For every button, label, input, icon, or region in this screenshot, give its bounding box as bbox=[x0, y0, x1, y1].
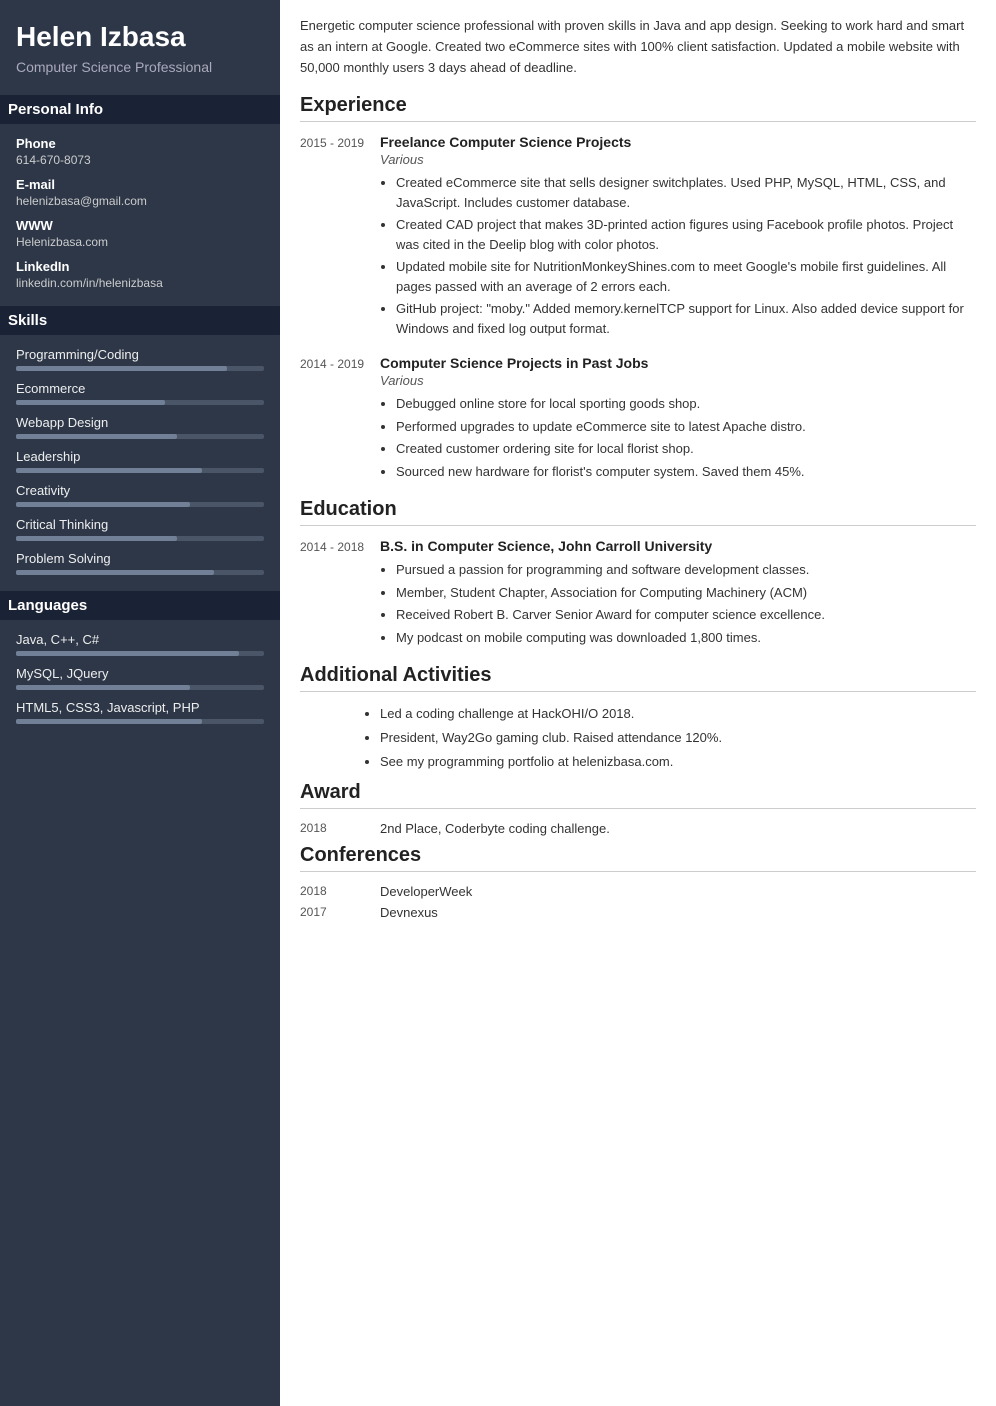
language-bar-bg bbox=[16, 651, 264, 656]
language-label: MySQL, JQuery bbox=[16, 666, 264, 681]
experience-list: 2015 - 2019Freelance Computer Science Pr… bbox=[300, 134, 976, 484]
experience-content: Freelance Computer Science Projects Vario… bbox=[380, 134, 976, 341]
experience-bullets: Created eCommerce site that sells design… bbox=[380, 173, 976, 338]
skill-bar-bg bbox=[16, 536, 264, 541]
education-degree: B.S. in Computer Science, John Carroll U… bbox=[380, 538, 976, 554]
languages-list: Java, C++, C# MySQL, JQuery HTML5, CSS3, J… bbox=[16, 632, 264, 724]
skills-list: Programming/Coding Ecommerce Webapp Design… bbox=[16, 347, 264, 575]
conference-entry: 2018DeveloperWeek bbox=[300, 884, 976, 899]
languages-section: Languages bbox=[0, 591, 280, 620]
activities-title: Additional Activities bbox=[300, 664, 976, 692]
sidebar: Helen Izbasa Computer Science Profession… bbox=[0, 0, 280, 1406]
activities-list: Led a coding challenge at HackOHI/O 2018… bbox=[300, 704, 976, 772]
experience-bullet: Performed upgrades to update eCommerce s… bbox=[396, 417, 976, 437]
award-entry: 20182nd Place, Coderbyte coding challeng… bbox=[300, 821, 976, 836]
conferences-list: 2018DeveloperWeek2017Devnexus bbox=[300, 884, 976, 920]
candidate-title: Computer Science Professional bbox=[16, 58, 264, 78]
skill-label: Programming/Coding bbox=[16, 347, 264, 362]
education-bullet: My podcast on mobile computing was downl… bbox=[396, 628, 976, 648]
conference-entry: 2017Devnexus bbox=[300, 905, 976, 920]
skill-label: Problem Solving bbox=[16, 551, 264, 566]
experience-bullet: Created eCommerce site that sells design… bbox=[396, 173, 976, 212]
education-bullet: Member, Student Chapter, Association for… bbox=[396, 583, 976, 603]
conference-year: 2018 bbox=[300, 884, 380, 899]
email-value: helenizbasa@gmail.com bbox=[16, 194, 264, 208]
experience-entry: 2014 - 2019Computer Science Projects in … bbox=[300, 355, 976, 484]
phone-value: 614-670-8073 bbox=[16, 153, 264, 167]
skill-bar-bg bbox=[16, 366, 264, 371]
skill-bar-bg bbox=[16, 468, 264, 473]
education-content: B.S. in Computer Science, John Carroll U… bbox=[380, 538, 976, 650]
email-label: E-mail bbox=[16, 177, 264, 192]
skill-bar-bg bbox=[16, 400, 264, 405]
education-bullet: Received Robert B. Carver Senior Award f… bbox=[396, 605, 976, 625]
skill-bar-bg bbox=[16, 502, 264, 507]
skill-bar-fill bbox=[16, 400, 165, 405]
experience-bullet: Debugged online store for local sporting… bbox=[396, 394, 976, 414]
conferences-title: Conferences bbox=[300, 844, 976, 872]
skill-bar-fill bbox=[16, 468, 202, 473]
experience-entry: 2015 - 2019Freelance Computer Science Pr… bbox=[300, 134, 976, 341]
experience-company: Various bbox=[380, 373, 976, 388]
skill-label: Creativity bbox=[16, 483, 264, 498]
language-label: HTML5, CSS3, Javascript, PHP bbox=[16, 700, 264, 715]
experience-title: Freelance Computer Science Projects bbox=[380, 134, 976, 150]
skill-label: Ecommerce bbox=[16, 381, 264, 396]
skill-bar-fill bbox=[16, 502, 190, 507]
skill-bar-bg bbox=[16, 434, 264, 439]
experience-bullet: Sourced new hardware for florist's compu… bbox=[396, 462, 976, 482]
candidate-name: Helen Izbasa bbox=[16, 20, 264, 54]
education-entry: 2014 - 2018B.S. in Computer Science, Joh… bbox=[300, 538, 976, 650]
language-bar-fill bbox=[16, 685, 190, 690]
experience-bullet: Created CAD project that makes 3D-printe… bbox=[396, 215, 976, 254]
conference-year: 2017 bbox=[300, 905, 380, 920]
www-label: WWW bbox=[16, 218, 264, 233]
education-bullets: Pursued a passion for programming and so… bbox=[380, 560, 976, 647]
activity-item: See my programming portfolio at helenizb… bbox=[380, 752, 976, 773]
language-label: Java, C++, C# bbox=[16, 632, 264, 647]
skill-bar-bg bbox=[16, 570, 264, 575]
personal-info-section: Personal Info bbox=[0, 95, 280, 124]
education-list: 2014 - 2018B.S. in Computer Science, Joh… bbox=[300, 538, 976, 650]
conference-name: DeveloperWeek bbox=[380, 884, 472, 899]
skill-bar-fill bbox=[16, 366, 227, 371]
experience-bullet: GitHub project: "moby." Added memory.ker… bbox=[396, 299, 976, 338]
education-dates: 2014 - 2018 bbox=[300, 538, 380, 650]
education-bullet: Pursued a passion for programming and so… bbox=[396, 560, 976, 580]
award-text: 2nd Place, Coderbyte coding challenge. bbox=[380, 821, 610, 836]
experience-title: Experience bbox=[300, 94, 976, 122]
experience-title: Computer Science Projects in Past Jobs bbox=[380, 355, 976, 371]
linkedin-value: linkedin.com/in/helenizbasa bbox=[16, 276, 264, 290]
experience-bullets: Debugged online store for local sporting… bbox=[380, 394, 976, 481]
skill-label: Critical Thinking bbox=[16, 517, 264, 532]
language-bar-bg bbox=[16, 719, 264, 724]
language-bar-fill bbox=[16, 719, 202, 724]
skill-bar-fill bbox=[16, 570, 214, 575]
activity-item: President, Way2Go gaming club. Raised at… bbox=[380, 728, 976, 749]
experience-bullet: Created customer ordering site for local… bbox=[396, 439, 976, 459]
conference-name: Devnexus bbox=[380, 905, 438, 920]
linkedin-label: LinkedIn bbox=[16, 259, 264, 274]
award-year: 2018 bbox=[300, 821, 380, 836]
activity-item: Led a coding challenge at HackOHI/O 2018… bbox=[380, 704, 976, 725]
main-content: Energetic computer science professional … bbox=[280, 0, 996, 1406]
www-value: Helenizbasa.com bbox=[16, 235, 264, 249]
skill-label: Webapp Design bbox=[16, 415, 264, 430]
experience-dates: 2014 - 2019 bbox=[300, 355, 380, 484]
skill-bar-fill bbox=[16, 434, 177, 439]
skills-section: Skills bbox=[0, 306, 280, 335]
experience-content: Computer Science Projects in Past Jobs Va… bbox=[380, 355, 976, 484]
experience-bullet: Updated mobile site for NutritionMonkeyS… bbox=[396, 257, 976, 296]
skill-label: Leadership bbox=[16, 449, 264, 464]
skill-bar-fill bbox=[16, 536, 177, 541]
summary: Energetic computer science professional … bbox=[300, 16, 976, 78]
experience-company: Various bbox=[380, 152, 976, 167]
language-bar-bg bbox=[16, 685, 264, 690]
education-title: Education bbox=[300, 498, 976, 526]
language-bar-fill bbox=[16, 651, 239, 656]
award-title: Award bbox=[300, 781, 976, 809]
phone-label: Phone bbox=[16, 136, 264, 151]
experience-dates: 2015 - 2019 bbox=[300, 134, 380, 341]
awards-list: 20182nd Place, Coderbyte coding challeng… bbox=[300, 821, 976, 836]
